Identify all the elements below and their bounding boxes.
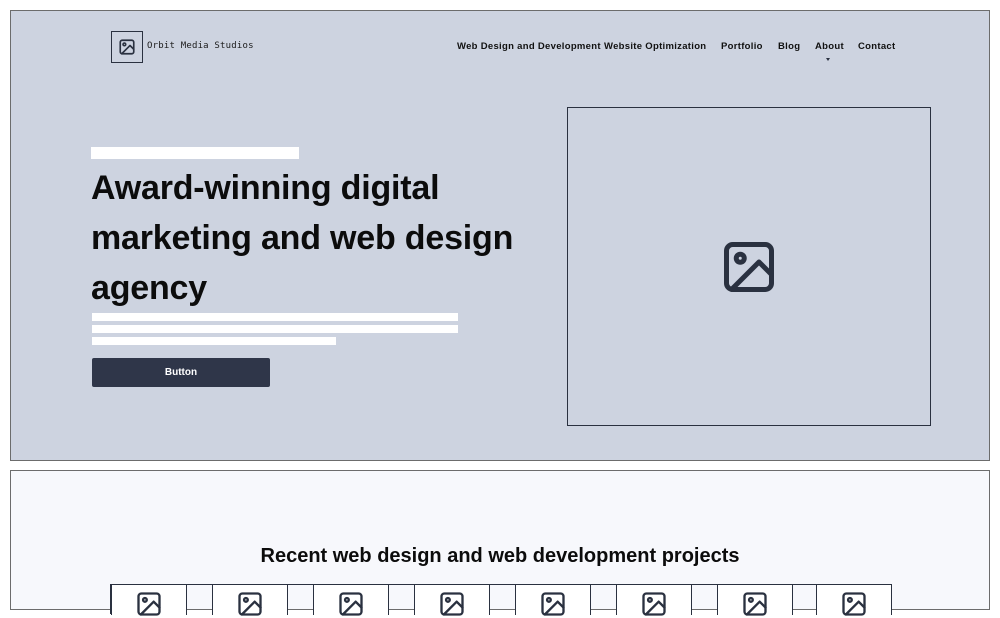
image-placeholder-icon — [238, 592, 262, 616]
nav-item-portfolio[interactable]: Portfolio — [721, 41, 763, 52]
image-placeholder-icon — [724, 241, 774, 292]
image-placeholder-icon — [440, 592, 464, 616]
logo[interactable] — [111, 31, 143, 63]
hero-image-placeholder — [567, 107, 931, 426]
image-placeholder-icon — [137, 592, 161, 616]
image-placeholder-icon — [339, 592, 363, 616]
nav-item-contact[interactable]: Contact — [858, 41, 895, 52]
project-thumbnail[interactable] — [212, 585, 288, 616]
project-thumbnail[interactable] — [414, 585, 490, 616]
body-copy-placeholder — [92, 325, 458, 333]
image-placeholder-icon — [541, 592, 565, 616]
headline-line: marketing and web design — [91, 219, 514, 257]
project-thumbnail[interactable] — [515, 585, 591, 616]
project-thumbnail[interactable] — [816, 585, 892, 616]
hero-cta-button[interactable]: Button — [92, 358, 270, 387]
body-copy-placeholder — [92, 313, 458, 321]
project-thumbnail[interactable] — [616, 585, 692, 616]
headline-line: Award-winning digital — [91, 169, 440, 207]
chevron-down-icon[interactable] — [826, 58, 830, 61]
image-placeholder-icon — [119, 39, 135, 55]
image-placeholder-icon — [842, 592, 866, 616]
nav-item-website-optimization[interactable]: Website Optimization — [604, 41, 706, 52]
image-placeholder-icon — [743, 592, 767, 616]
logo-text[interactable]: Orbit Media Studios — [147, 41, 254, 51]
project-thumbnail[interactable] — [717, 585, 793, 616]
nav-item-blog[interactable]: Blog — [778, 41, 800, 52]
projects-section: Recent web design and web development pr… — [10, 470, 990, 616]
image-placeholder-icon — [642, 592, 666, 616]
projects-thumbnail-strip — [110, 584, 892, 616]
hero-headline: Award-winning digital marketing and web … — [91, 163, 551, 313]
headline-line: agency — [91, 269, 207, 307]
projects-heading: Recent web design and web development pr… — [260, 545, 740, 567]
eyebrow-placeholder — [91, 147, 299, 159]
nav-item-web-design[interactable]: Web Design and Development — [457, 41, 601, 52]
body-copy-placeholder — [92, 337, 336, 345]
project-thumbnail[interactable] — [111, 585, 187, 616]
project-thumbnail[interactable] — [313, 585, 389, 616]
hero-section: Orbit Media Studios Web Design and Devel… — [10, 10, 990, 461]
nav-item-about[interactable]: About — [815, 41, 844, 52]
